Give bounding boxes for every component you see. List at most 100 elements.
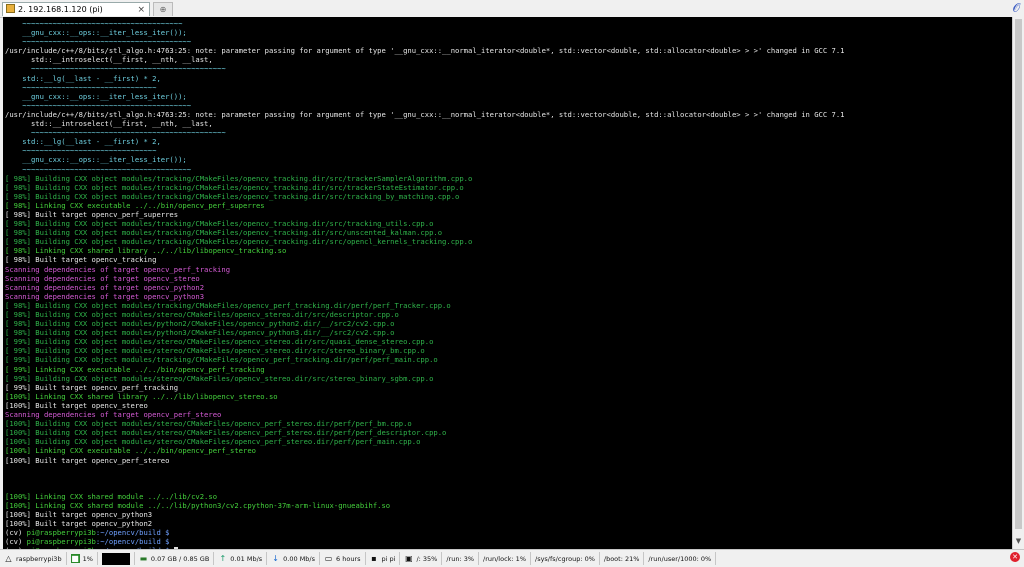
memory-icon: ▬ xyxy=(139,554,148,563)
terminal-line: [100%] Built target opencv_python3 xyxy=(5,510,153,520)
terminal-line: /usr/include/c++/8/bits/stl_algo.h:4763:… xyxy=(5,46,845,56)
new-tab-button[interactable]: ⊕ xyxy=(153,2,173,16)
terminal-line: [ 98%] Building CXX object modules/track… xyxy=(5,228,443,238)
status-bar: △ raspberrypi3b ■ 1% ▬ 0.07 GB / 0.85 GB ↑ 0… xyxy=(0,549,1024,567)
terminal-scrollbar[interactable]: ▼ xyxy=(1012,17,1024,549)
terminal-line: [ 99%] Building CXX object modules/track… xyxy=(5,355,438,365)
terminal-line: [ 98%] Linking CXX executable ../../bin/… xyxy=(5,200,265,210)
status-uptime: ▭ 6 hours xyxy=(320,552,366,565)
terminal-line: [100%] Linking CXX shared module ../../l… xyxy=(5,491,218,501)
prompt-line: (cv) pi@raspberrypi3b:~/opencv/build $ xyxy=(5,537,1012,546)
scroll-down-arrow-icon[interactable]: ▼ xyxy=(1013,537,1024,545)
terminal-line: std::__introselect(__first, __nth, __las… xyxy=(5,55,213,65)
terminal-line: /usr/include/c++/8/bits/stl_algo.h:4763:… xyxy=(5,109,845,119)
prompt-line: (cv) pi@raspberrypi3b:~/opencv/build $ xyxy=(5,528,1012,537)
download-value: 0.00 Mb/s xyxy=(283,554,316,563)
terminal-line: [ 98%] Building CXX object modules/pytho… xyxy=(5,319,395,329)
status-disk-runlock: /run/lock: 1% xyxy=(479,552,531,565)
upload-arrow-icon: ↑ xyxy=(219,554,227,563)
prompt-env: (cv) xyxy=(5,537,27,547)
terminal-line: [100%] Built target opencv_stereo xyxy=(5,400,148,410)
status-upload: ↑ 0.01 Mb/s xyxy=(214,552,268,565)
terminal-line: [100%] Built target opencv_python2 xyxy=(5,519,153,529)
terminal-line: [ 98%] Building CXX object modules/track… xyxy=(5,191,460,201)
host-label: raspberrypi3b xyxy=(16,554,62,563)
prompt-path: :~/opencv/build $ xyxy=(95,537,170,547)
prompt-env: (cv) xyxy=(5,528,27,538)
terminal-line: [100%] Building CXX object modules/stere… xyxy=(5,437,421,447)
terminal-line: [100%] Linking CXX shared library ../../… xyxy=(5,391,278,401)
terminal-output[interactable]: ~~~~~~~~~~~~~~~~~~~~~~~~~~~~~~~~~~~~~ __… xyxy=(3,17,1012,549)
terminal-line: [ 99%] Linking CXX executable ../../bin/… xyxy=(5,364,265,374)
terminal-line: ~~~~~~~~~~~~~~~~~~~~~~~~~~~~~~~~~~~~~~~~… xyxy=(5,64,226,74)
terminal-line: __gnu_cxx::__ops::__iter_less_iter()); xyxy=(5,155,187,165)
terminal-line: [100%] Building CXX object modules/stere… xyxy=(5,419,412,429)
terminal-line: [ 99%] Building CXX object modules/stere… xyxy=(5,373,434,383)
prompt-user: pi@raspberrypi3b xyxy=(26,537,96,547)
terminal-line: [ 98%] Building CXX object modules/stere… xyxy=(5,310,399,319)
terminal-line: ~~~~~~~~~~~~~~~~~~~~~~~~~~~~~~~~~~~~~~~ xyxy=(5,37,192,47)
disk-icon: ▣ xyxy=(405,554,413,563)
upload-value: 0.01 Mb/s xyxy=(230,554,263,563)
prompt-user: pi@raspberrypi3b xyxy=(26,528,96,538)
terminal-line: ~~~~~~~~~~~~~~~~~~~~~~~~~~~~~~~~~~~~~~~~… xyxy=(5,128,226,138)
download-arrow-icon: ↓ xyxy=(272,554,279,563)
fs-root-value: /: 35% xyxy=(416,554,438,563)
terminal-line: [100%] Building CXX object modules/stere… xyxy=(5,428,447,438)
fs-runuser-value: /run/user/1000: 0% xyxy=(648,554,712,563)
terminal-line: [ 98%] Building CXX object modules/pytho… xyxy=(5,328,395,338)
attach-icon[interactable]: 𝒪 xyxy=(1012,1,1020,16)
cpu-value: 1% xyxy=(82,554,93,563)
cpu-icon: ■ xyxy=(70,554,80,563)
terminal-line: [ 98%] Building CXX object modules/track… xyxy=(5,219,434,229)
status-cpu: ■ 1% xyxy=(67,552,98,565)
status-download: ↓ 0.00 Mb/s xyxy=(267,552,321,565)
terminal-line: ~~~~~~~~~~~~~~~~~~~~~~~~~~~~~~~~~~~~~~~ xyxy=(5,100,192,110)
terminal-line: [ 98%] Built target opencv_perf_superres xyxy=(5,209,179,219)
user-value: pi pi xyxy=(381,554,396,563)
status-memory: ▬ 0.07 GB / 0.85 GB xyxy=(135,552,215,565)
fs-boot-value: /boot: 21% xyxy=(603,554,640,563)
terminal-line: Scanning dependencies of target opencv_p… xyxy=(5,291,205,301)
terminal-line: ~~~~~~~~~~~~~~~~~~~~~~~~~~~~~~~ xyxy=(5,146,157,156)
memory-value: 0.07 GB / 0.85 GB xyxy=(150,554,210,563)
terminal-line: Scanning dependencies of target opencv_p… xyxy=(5,410,222,420)
terminal-line: [ 99%] Building CXX object modules/stere… xyxy=(5,337,434,347)
new-tab-icon: ⊕ xyxy=(159,5,167,14)
monitor-icon: ▭ xyxy=(324,554,333,563)
status-cpu-graph xyxy=(98,552,135,565)
status-user: ▪ pi pi xyxy=(366,552,401,565)
prompt-path: :~/opencv/build $ xyxy=(95,528,170,538)
terminal-line: [ 98%] Building CXX object modules/track… xyxy=(5,237,473,247)
error-icon[interactable]: ✕ xyxy=(1010,552,1020,562)
terminal-line: [ 99%] Building CXX object modules/stere… xyxy=(5,346,425,356)
terminal-line: Scanning dependencies of target opencv_s… xyxy=(5,273,200,283)
terminal-line: std::__lg(__last - __first) * 2, xyxy=(5,73,161,83)
scrollbar-thumb[interactable] xyxy=(1015,19,1022,529)
user-icon: ▪ xyxy=(371,554,377,563)
tab-bar: 2. 192.168.1.120 (pi) × ⊕ 𝒪 xyxy=(0,0,1024,18)
terminal-line: [ 98%] Linking CXX shared library ../../… xyxy=(5,246,287,256)
tab-close-button[interactable]: × xyxy=(137,3,145,17)
status-disk-cgroup: /sys/fs/cgroup: 0% xyxy=(531,552,600,565)
terminal-line: __gnu_cxx::__ops::__iter_less_iter()); xyxy=(5,28,187,38)
terminal-line: Scanning dependencies of target opencv_p… xyxy=(5,264,231,274)
tux-icon: △ xyxy=(5,554,12,563)
terminal-session-icon xyxy=(6,4,15,13)
terminal-line: [ 98%] Building CXX object modules/track… xyxy=(5,173,473,183)
status-disk-root: ▣/: 35% xyxy=(400,552,443,565)
terminal-line: [ 99%] Built target opencv_perf_tracking xyxy=(5,382,179,392)
tab-session[interactable]: 2. 192.168.1.120 (pi) × xyxy=(2,2,150,16)
terminal-line: Scanning dependencies of target opencv_p… xyxy=(5,282,205,292)
status-disk-run: /run: 3% xyxy=(442,552,480,565)
terminal-line: ~~~~~~~~~~~~~~~~~~~~~~~~~~~~~~~~~~~~~~~ xyxy=(5,164,192,174)
fs-cgroup-value: /sys/fs/cgroup: 0% xyxy=(535,554,595,563)
terminal-line: [100%] Linking CXX shared module ../../l… xyxy=(5,500,391,510)
terminal-line: [100%] Linking CXX executable ../../bin/… xyxy=(5,446,256,456)
terminal-line: __gnu_cxx::__ops::__iter_less_iter()); xyxy=(5,91,187,101)
fs-run-value: /run: 3% xyxy=(446,554,475,563)
status-disk-boot: /boot: 21% xyxy=(600,552,645,565)
